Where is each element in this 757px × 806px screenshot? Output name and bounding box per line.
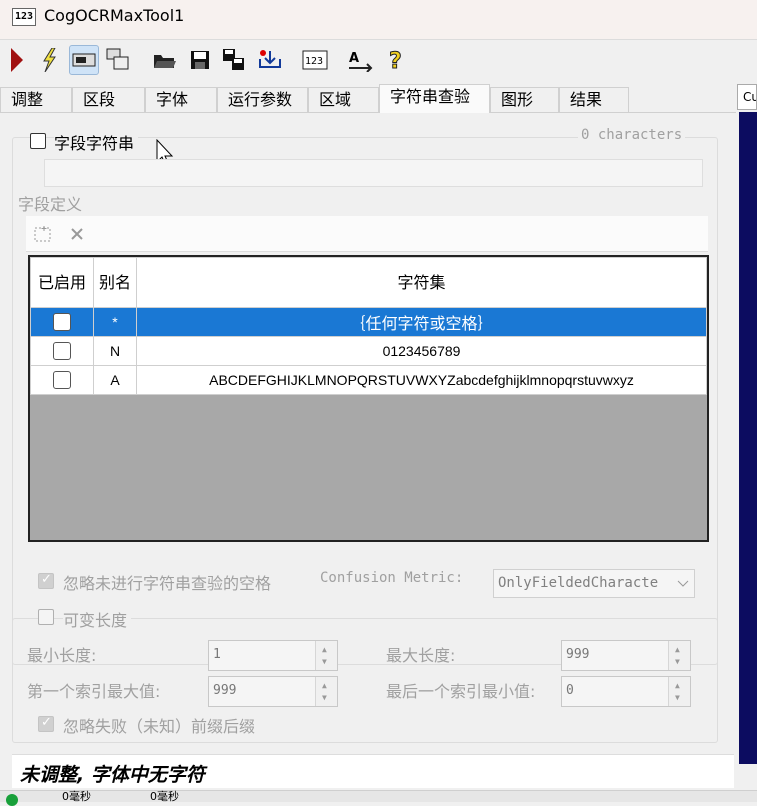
status-ok-icon	[6, 794, 18, 806]
status-message: 未调整, 字体中无字符	[20, 764, 205, 786]
first-index-input[interactable]: 999 ▲ ▼	[208, 676, 338, 707]
status-time-1: 0毫秒	[62, 790, 91, 803]
electric-run-icon[interactable]	[34, 45, 64, 75]
tab-segment[interactable]: 区段	[72, 87, 145, 112]
enabled-checkbox[interactable]	[53, 313, 71, 332]
ocr-font-icon[interactable]: 123	[300, 45, 330, 75]
max-length-input[interactable]: 999 ▲ ▼	[561, 640, 691, 671]
alias-cell[interactable]: *	[93, 307, 137, 337]
train-icon[interactable]: A	[345, 45, 375, 75]
fielded-string-checkbox[interactable]	[30, 133, 46, 149]
column-enabled[interactable]: 已启用	[30, 257, 94, 308]
min-length-spinner[interactable]: ▲ ▼	[315, 641, 337, 670]
help-icon[interactable]: ?	[382, 45, 412, 75]
charset-cell[interactable]: 0123456789	[136, 336, 707, 366]
last-index-spinner[interactable]: ▲ ▼	[668, 677, 690, 706]
run-icon[interactable]	[2, 45, 32, 75]
status-time-2: 0毫秒	[150, 790, 179, 803]
tab-font[interactable]: 字体	[145, 87, 217, 112]
reset-icon[interactable]	[255, 45, 285, 75]
tab-results[interactable]: 结果	[559, 87, 629, 112]
status-message-bar: 未调整, 字体中无字符	[12, 754, 734, 788]
floating-display-icon[interactable]	[103, 45, 133, 75]
delete-row-icon[interactable]	[70, 227, 84, 241]
charset-cell[interactable]: ｛任何字符或空格｝	[136, 307, 707, 337]
row-enabled-cell[interactable]	[30, 307, 94, 337]
table-row[interactable]: A ABCDEFGHIJKLMNOPQRSTUVWXYZabcdefghijkl…	[30, 365, 707, 395]
ignore-spaces-checkbox[interactable]	[38, 572, 54, 589]
svg-text:A: A	[349, 51, 359, 66]
alias-cell[interactable]: N	[93, 336, 137, 366]
display-icon[interactable]	[69, 45, 99, 75]
row-enabled-cell[interactable]	[30, 336, 94, 366]
right-panel: Cu	[737, 84, 757, 766]
svg-text:123: 123	[305, 56, 323, 67]
fielded-string-label: 字段字符串	[54, 130, 139, 154]
table-row[interactable]: N 0123456789	[30, 336, 707, 366]
tab-bar: 调整 区段 字体 运行参数 区域 字符串查验 图形 结果	[0, 84, 735, 113]
first-index-value: 999	[213, 683, 237, 698]
max-length-spinner[interactable]: ▲ ▼	[668, 641, 690, 670]
first-index-spinner[interactable]: ▲ ▼	[315, 677, 337, 706]
chevron-down-icon	[677, 579, 689, 589]
save-as-icon[interactable]	[219, 45, 249, 75]
image-display[interactable]	[739, 112, 757, 764]
confusion-metric-select[interactable]: OnlyFieldedCharacte	[493, 569, 695, 598]
tab-adjust[interactable]: 调整	[0, 87, 72, 112]
ignore-unknown-checkbox[interactable]	[38, 715, 54, 732]
tab-graphics[interactable]: 图形	[490, 87, 559, 112]
tab-run-params[interactable]: 运行参数	[217, 87, 308, 112]
column-charset[interactable]: 字符集	[136, 257, 707, 308]
last-index-label: 最后一个索引最小值:	[386, 682, 536, 701]
max-length-value: 999	[566, 647, 590, 662]
confusion-metric-value: OnlyFieldedCharacte	[498, 575, 659, 591]
enabled-checkbox[interactable]	[53, 371, 71, 390]
max-length-label: 最大长度:	[386, 646, 456, 665]
min-length-input[interactable]: 1 ▲ ▼	[208, 640, 338, 671]
field-definition-grid: 已启用 别名 字符集 * ｛任何字符或空格｝ N 0123456789 A AB…	[28, 255, 709, 542]
tab-string-verification[interactable]: 字符串查验	[379, 84, 490, 113]
row-enabled-cell[interactable]	[30, 365, 94, 395]
title-bar: 123 CogOCRMaxTool1	[0, 0, 757, 40]
ignore-unknown-label: 忽略失败（未知）前缀后缀	[63, 717, 256, 736]
variable-length-label: 可变长度	[63, 607, 132, 631]
min-length-label: 最小长度:	[27, 646, 97, 665]
min-length-value: 1	[213, 647, 221, 662]
alias-cell[interactable]: A	[93, 365, 137, 395]
ignore-spaces-label: 忽略未进行字符串查验的空格	[63, 574, 272, 593]
column-alias[interactable]: 别名	[93, 257, 137, 308]
variable-length-checkbox[interactable]	[38, 609, 54, 625]
window-title: CogOCRMaxTool1	[44, 6, 185, 25]
bottom-status-bar: 0毫秒 0毫秒	[0, 790, 757, 806]
first-index-label: 第一个索引最大值:	[27, 682, 161, 701]
last-index-input[interactable]: 0 ▲ ▼	[561, 676, 691, 707]
app-icon: 123	[12, 8, 36, 26]
right-panel-combo[interactable]: Cu	[737, 84, 757, 110]
add-row-icon[interactable]	[34, 225, 52, 243]
toolbar: 123 A ?	[0, 40, 757, 80]
charset-cell[interactable]: ABCDEFGHIJKLMNOPQRSTUVWXYZabcdefghijklmn…	[136, 365, 707, 395]
svg-text:?: ?	[389, 49, 402, 72]
definition-toolbar	[26, 216, 708, 252]
tab-region[interactable]: 区域	[308, 87, 379, 112]
save-icon[interactable]	[185, 45, 215, 75]
enabled-checkbox[interactable]	[53, 342, 71, 361]
open-icon[interactable]	[150, 45, 180, 75]
table-row[interactable]: * ｛任何字符或空格｝	[30, 307, 707, 337]
last-index-value: 0	[566, 683, 574, 698]
fielded-string-input[interactable]	[44, 159, 703, 187]
string-verification-page: 字段字符串 0 characters 字段定义 已启用 别名 字符集 * ｛任何…	[0, 112, 736, 756]
confusion-metric-label: Confusion Metric:	[320, 570, 464, 586]
char-count: 0 characters	[578, 127, 686, 143]
field-definition-label: 字段定义	[18, 195, 83, 214]
